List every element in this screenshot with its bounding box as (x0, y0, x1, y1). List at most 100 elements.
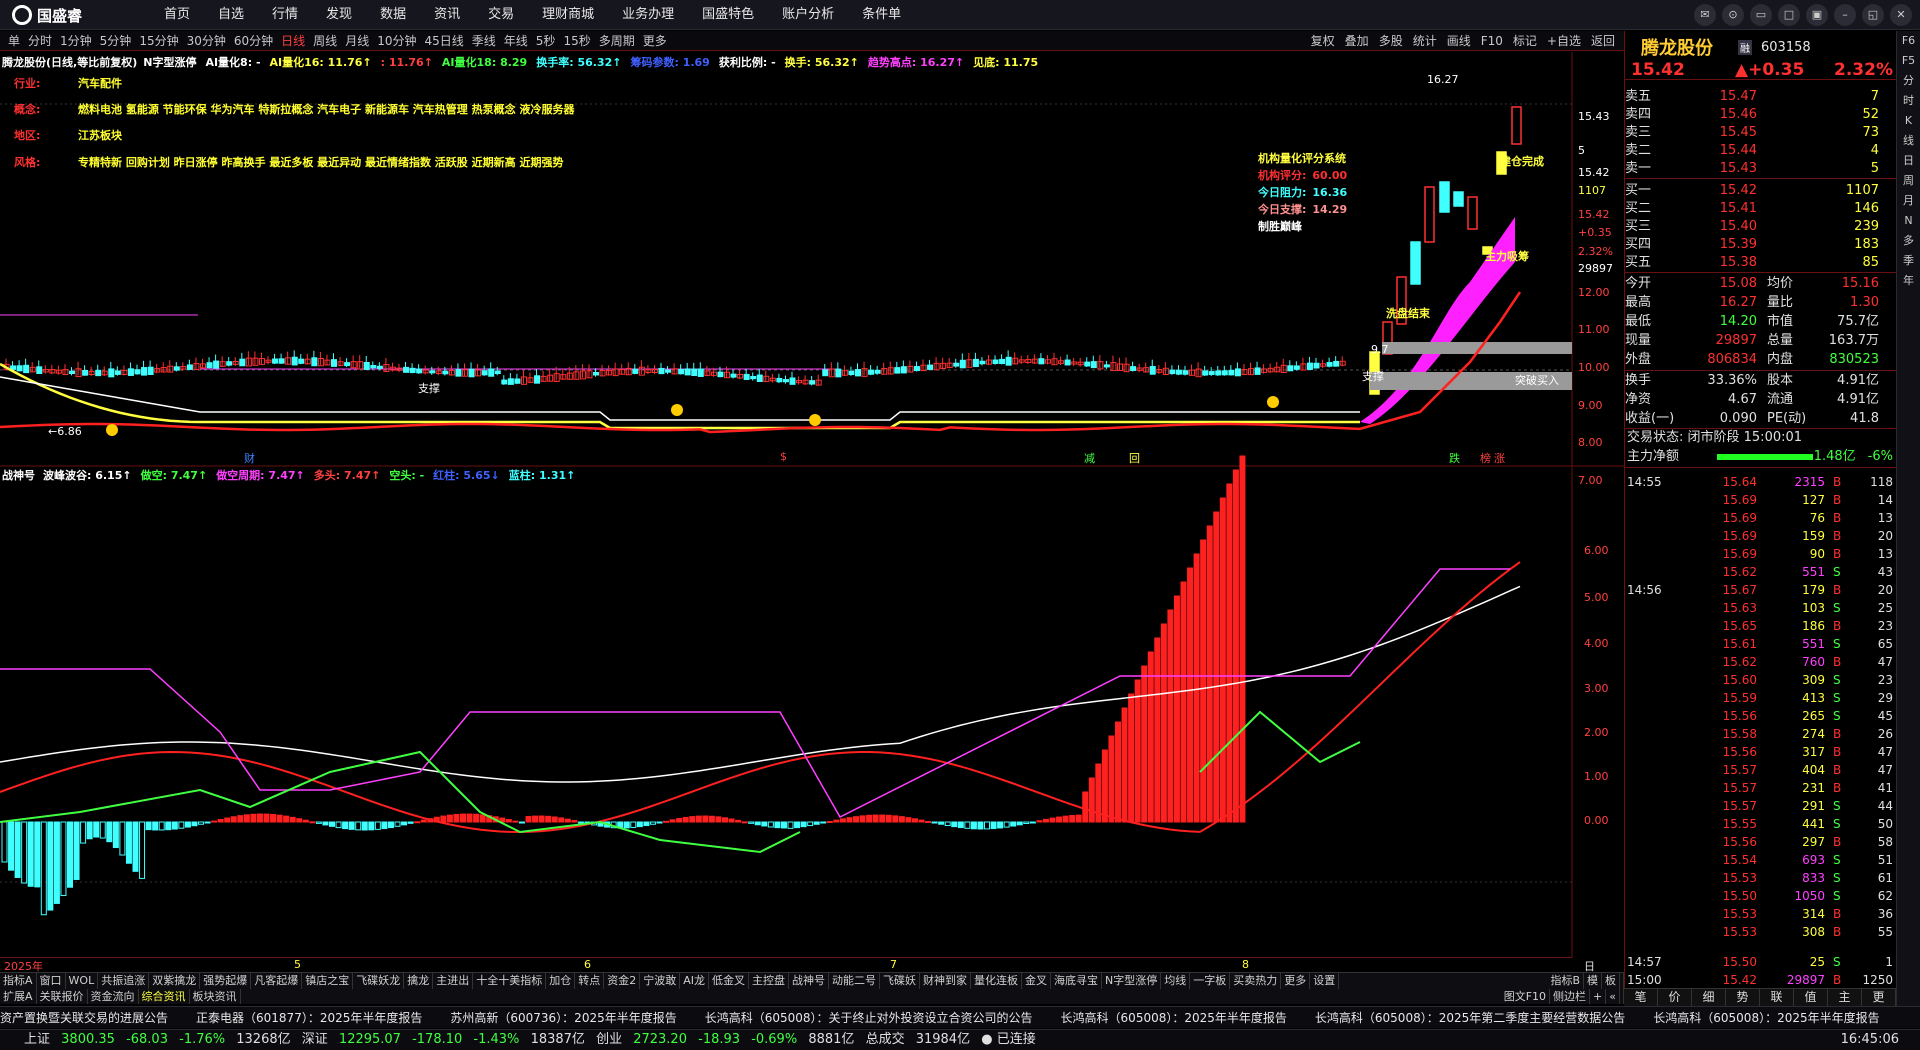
side-button[interactable]: 年 (1897, 271, 1920, 291)
indicator-tab[interactable]: 低金叉 (709, 973, 749, 989)
indicator-tab[interactable]: 买卖热力 (1230, 973, 1282, 989)
indicator-tab[interactable]: 飞碟妖 (880, 973, 920, 989)
period-tab[interactable]: 10分钟 (373, 31, 420, 51)
indicator-tab[interactable]: 主进出 (433, 973, 474, 989)
indicator-tab[interactable]: 转点 (575, 973, 605, 989)
period-tab[interactable]: 5秒 (532, 31, 560, 51)
lock-icon[interactable]: ⊙ (1722, 4, 1744, 26)
side-button[interactable]: 周 (1897, 171, 1920, 191)
side-button[interactable]: 季 (1897, 251, 1920, 271)
bid-row[interactable]: 买三 15.40 239 (1625, 217, 1897, 236)
news-item[interactable]: 资产置换暨关联交易的进展公告 (0, 1007, 168, 1028)
side-button[interactable]: 线 (1897, 131, 1920, 151)
bid-row[interactable]: 买一 15.42 1107 (1625, 181, 1897, 200)
news-item[interactable]: 长鸿高科（605008）：2025年第二季度主要经营数据公告 (1315, 1007, 1625, 1028)
period-tab[interactable]: 45日线 (420, 31, 467, 51)
restore-icon[interactable]: ◱ (1862, 4, 1884, 26)
menu-item[interactable]: 理财商城 (528, 0, 608, 30)
quote-tab[interactable]: 笔 (1624, 989, 1658, 1006)
indicator-tab-right[interactable]: 指标B (1547, 973, 1584, 989)
period-tab[interactable]: 15分钟 (135, 31, 182, 51)
menu-item[interactable]: 发现 (312, 0, 366, 30)
indicator-tab[interactable]: N字型涨停 (1102, 973, 1162, 989)
news-item[interactable]: 长鸿高科（605008）：2025年半年度报告 (1653, 1007, 1879, 1028)
chart-tool-button[interactable]: +自选 (1542, 31, 1586, 51)
indicator-tab[interactable]: 战神号 (789, 973, 829, 989)
menu-item[interactable]: 数据 (366, 0, 420, 30)
menu-item[interactable]: 行情 (258, 0, 312, 30)
indicator-tab-right[interactable]: 模 (1584, 973, 1602, 989)
ask-row[interactable]: 卖三 15.45 73 (1625, 123, 1897, 142)
menu-item[interactable]: 业务办理 (608, 0, 688, 30)
sub-tab[interactable]: 资金流向 (88, 989, 139, 1004)
sub-tab[interactable]: 板块资讯 (190, 989, 241, 1004)
ask-row[interactable]: 卖一 15.43 5 (1625, 159, 1897, 178)
menu-item[interactable]: 自选 (204, 0, 258, 30)
menu-item[interactable]: 国盛特色 (688, 0, 768, 30)
sub-tab-right[interactable]: + (1590, 989, 1607, 1004)
indicator-tab[interactable]: 设置 (1310, 973, 1340, 989)
quote-tab[interactable]: 势 (1726, 989, 1760, 1006)
ask-row[interactable]: 卖二 15.44 4 (1625, 141, 1897, 160)
sub-tab[interactable]: 综合资讯 (139, 989, 190, 1004)
quote-tab[interactable]: 联 (1760, 989, 1794, 1006)
news-item[interactable]: 苏州高新（600736）：2025年半年度报告 (450, 1007, 676, 1028)
side-button[interactable]: 时 (1897, 91, 1920, 111)
indicator-tab[interactable]: 镇店之宝 (302, 973, 354, 989)
side-button[interactable]: K (1897, 111, 1920, 131)
sub-tab-right[interactable]: 图文F10 (1501, 989, 1551, 1004)
period-tab[interactable]: 更多 (639, 31, 671, 51)
bid-row[interactable]: 买二 15.41 146 (1625, 199, 1897, 218)
indicator-tab[interactable]: 量化连板 (971, 973, 1022, 989)
indicator-tab[interactable]: 资金2 (604, 973, 641, 989)
chart-tool-button[interactable]: 复权 (1306, 31, 1340, 51)
indicator-tab[interactable]: 双紫擒龙 (149, 973, 201, 989)
chart-tool-button[interactable]: 标记 (1508, 31, 1542, 51)
sub-tab-right[interactable]: « (1606, 989, 1620, 1004)
news-item[interactable]: 长鸿高科（605008）：关于终止对外投资设立合资公司的公告 (705, 1007, 1033, 1028)
close-icon[interactable]: ✕ (1890, 4, 1912, 26)
ask-row[interactable]: 卖四 15.46 52 (1625, 105, 1897, 124)
side-button[interactable]: F6 (1897, 31, 1920, 51)
side-button[interactable]: 日 (1897, 151, 1920, 171)
quote-tab[interactable]: 细 (1692, 989, 1726, 1006)
indicator-tab[interactable]: 十全十美指标 (473, 973, 547, 989)
indicator-tab[interactable]: WOL (66, 973, 99, 989)
mail-icon[interactable]: ▭ (1750, 4, 1772, 26)
news-item[interactable]: 正泰电器（601877）：2025年半年度报告 (196, 1007, 422, 1028)
indicator-tab[interactable]: AI龙 (680, 973, 709, 989)
period-tab[interactable]: 周线 (309, 31, 341, 51)
indicator-tab[interactable]: 擒龙 (404, 973, 434, 989)
period-tab[interactable]: 年线 (500, 31, 532, 51)
menu-item[interactable]: 账户分析 (768, 0, 848, 30)
sub-tab-right[interactable]: 侧边栏 (1550, 989, 1591, 1004)
kline-chart[interactable]: 15.43 5 15.42 1107 15.42 +0.35 2.32% 29897 12.00… (0, 52, 1624, 958)
indicator-tab[interactable]: 动能二号 (829, 973, 880, 989)
bid-row[interactable]: 买五 15.38 85 (1625, 253, 1897, 272)
period-tab[interactable]: 单 (4, 31, 24, 51)
quote-tab[interactable]: 价 (1658, 989, 1692, 1006)
menu-item[interactable]: 资讯 (420, 0, 474, 30)
ask-row[interactable]: 卖五 15.47 7 (1625, 87, 1897, 106)
indicator-tab[interactable]: 海底寻宝 (1051, 973, 1102, 989)
window-icon[interactable]: ▣ (1806, 4, 1828, 26)
indicator-tab-right[interactable]: 板 (1602, 973, 1620, 989)
menu-item[interactable]: 首页 (150, 0, 204, 30)
side-button[interactable]: 月 (1897, 191, 1920, 211)
message-icon[interactable]: ✉ (1694, 4, 1716, 26)
menu-item[interactable]: 交易 (474, 0, 528, 30)
quote-tab[interactable]: 更 (1862, 989, 1896, 1006)
indicator-tab[interactable]: 凡客起爆 (251, 973, 303, 989)
chart-tool-button[interactable]: 叠加 (1340, 31, 1374, 51)
indicator-tab[interactable]: 更多 (1281, 973, 1311, 989)
side-button[interactable]: N (1897, 211, 1920, 231)
chart-tool-button[interactable]: 多股 (1374, 31, 1408, 51)
period-tab[interactable]: 日线 (277, 31, 309, 51)
indicator-tab[interactable]: 主控盘 (749, 973, 789, 989)
period-tab[interactable]: 多周期 (595, 31, 639, 51)
indicator-tab[interactable]: 一字板 (1190, 973, 1231, 989)
menu-item[interactable]: 条件单 (848, 0, 915, 30)
indicator-tab[interactable]: 加仓 (546, 973, 576, 989)
side-button[interactable]: 分 (1897, 71, 1920, 91)
chart-tool-button[interactable]: 返回 (1586, 31, 1620, 51)
